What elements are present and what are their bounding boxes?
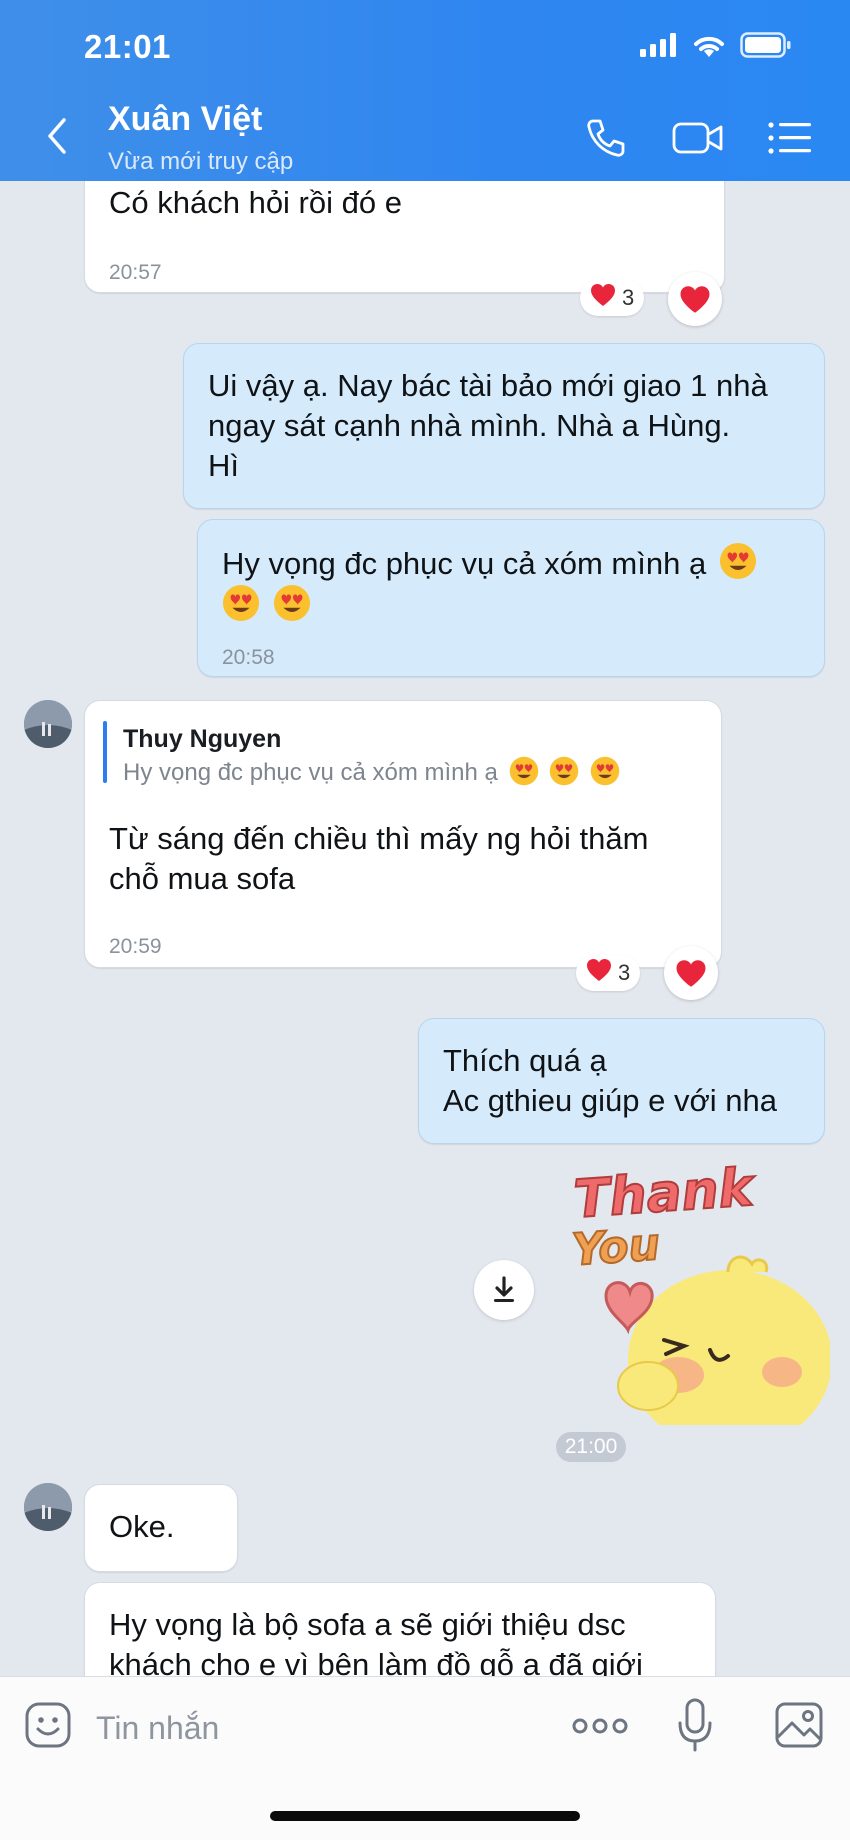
quote-text: Hy vọng đc phục vụ cả xóm mình ạ [123, 753, 620, 793]
message-text-line: chỗ mua sofa [109, 861, 296, 896]
message-text-line: Hì [208, 448, 239, 483]
quoted-message[interactable]: Thuy Nguyen Hy vọng đc phục vụ cả xóm mì… [85, 701, 721, 801]
reaction-count: 3 [618, 960, 631, 985]
reaction-count: 3 [622, 285, 635, 310]
quote-text-body: Hy vọng đc phục vụ cả xóm mình ạ [123, 759, 498, 786]
microphone-icon [678, 1698, 712, 1752]
heart-icon [676, 959, 706, 987]
reaction-summary[interactable]: 3 [576, 955, 641, 991]
download-icon [494, 1276, 514, 1302]
message-time: 20:58 [222, 646, 275, 669]
more-dots-icon [572, 1718, 628, 1734]
contact-status: Vừa mới truy cập [108, 148, 294, 175]
heart-eyes-emoji-icon [222, 584, 260, 622]
more-options-button[interactable] [572, 1711, 628, 1741]
message-incoming-reply[interactable]: Thuy Nguyen Hy vọng đc phục vụ cả xóm mì… [84, 700, 722, 968]
voice-record-button[interactable] [676, 1697, 714, 1753]
message-time: 20:57 [109, 261, 162, 284]
sticker-emoji-button[interactable] [24, 1701, 72, 1749]
message-text-line: Ac gthieu giúp e với nha [443, 1083, 777, 1118]
image-icon [775, 1702, 823, 1748]
video-call-icon[interactable] [672, 112, 724, 164]
heart-eyes-emoji-icon [719, 542, 756, 580]
avatar[interactable] [24, 700, 72, 748]
heart-icon [680, 285, 710, 313]
image-picker-button[interactable] [774, 1701, 824, 1749]
message-text-line: ngay sát cạnh nhà mình. Nhà a Hùng. [208, 408, 731, 443]
status-time: 21:01 [84, 28, 171, 65]
phone-icon[interactable] [580, 112, 632, 164]
message-incoming[interactable]: Oke. [84, 1484, 238, 1572]
message-text-line: Ui vậy ạ. Nay bác tài bảo mới giao 1 nhà [208, 368, 768, 403]
download-button[interactable] [474, 1260, 534, 1320]
avatar[interactable] [24, 1483, 72, 1531]
thank-you-sticker[interactable]: Thank You [560, 1160, 830, 1425]
message-text-line: Từ sáng đến chiều thì mấy ng hỏi thăm [109, 821, 649, 856]
quote-bar [103, 721, 107, 783]
message-outgoing[interactable]: Ui vậy ạ. Nay bác tài bảo mới giao 1 nhà… [183, 343, 825, 509]
back-icon[interactable] [40, 112, 76, 162]
react-button[interactable] [664, 946, 718, 1000]
chick-character-icon [604, 1255, 830, 1425]
heart-eyes-emoji-icon [590, 756, 620, 786]
menu-list-icon[interactable] [764, 112, 816, 164]
chat-header: 21:01 Xuân Việt Vừa mới truy cập [0, 0, 850, 181]
message-outgoing[interactable]: Hy vọng đc phục vụ cả xóm mình ạ 20:58 [197, 519, 825, 677]
time-divider: 21:00 [556, 1432, 626, 1462]
react-button[interactable] [668, 272, 722, 326]
heart-eyes-emoji-icon [273, 584, 310, 622]
message-text: Hy vọng đc phục vụ cả xóm mình ạ [222, 546, 707, 581]
battery-icon [740, 32, 791, 58]
signal-icon [640, 33, 676, 57]
message-time: 20:59 [109, 935, 162, 958]
home-indicator [270, 1811, 580, 1821]
heart-icon [590, 283, 616, 313]
message-input-bar [0, 1676, 850, 1840]
message-text-line: Thích quá ạ [443, 1043, 607, 1078]
emoji-face-icon [25, 1702, 71, 1748]
contact-name[interactable]: Xuân Việt [108, 100, 262, 139]
heart-icon [586, 958, 612, 988]
heart-eyes-emoji-icon [549, 756, 579, 786]
message-text-line: Hy vọng là bộ sofa a sẽ giới thiệu dsc [109, 1607, 626, 1642]
reaction-summary[interactable]: 3 [580, 280, 645, 316]
message-text: Có khách hỏi rồi đó e [109, 185, 402, 220]
heart-eyes-emoji-icon [509, 756, 538, 786]
message-input[interactable] [94, 1705, 558, 1751]
wifi-icon [694, 36, 724, 57]
message-text: Oke. [109, 1509, 175, 1544]
message-outgoing[interactable]: Thích quá ạ Ac gthieu giúp e với nha [418, 1018, 825, 1144]
status-icons [640, 32, 792, 58]
